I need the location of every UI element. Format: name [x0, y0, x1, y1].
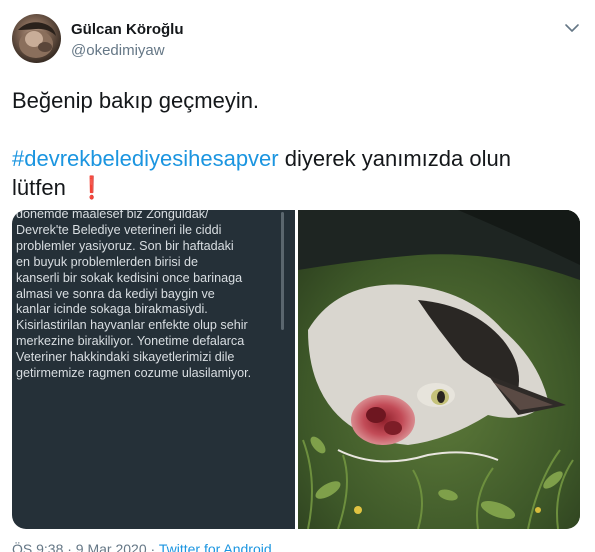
tweet-line-3: lütfen ❗	[12, 173, 572, 202]
tweet: Gülcan Köroğlu @okedimiyaw Beğenip bakıp…	[0, 0, 595, 552]
avatar[interactable]	[12, 14, 61, 63]
username[interactable]: @okedimiyaw	[71, 42, 165, 59]
tweet-timestamp: ÖS 9:38 · 9 Mar 2020 · Twitter for Andro…	[12, 541, 272, 552]
media-photo[interactable]	[298, 210, 580, 529]
tweet-line-3-text: lütfen	[12, 175, 66, 200]
exclamation-emoji: ❗	[79, 175, 104, 200]
timestamp-text[interactable]: ÖS 9:38 · 9 Mar 2020 ·	[12, 541, 159, 552]
tweet-line-1: Beğenip bakıp geçmeyin.	[12, 88, 260, 113]
tweet-line-2: #devrekbelediyesihesapver diyerek yanımı…	[12, 144, 572, 173]
media-screenshot[interactable]: donemde maalesef biz Zonguldak/ Devrek't…	[12, 210, 295, 529]
media-grid: donemde maalesef biz Zonguldak/ Devrek't…	[12, 210, 580, 529]
display-name[interactable]: Gülcan Köroğlu	[71, 21, 184, 38]
avatar-image	[18, 22, 56, 58]
screenshot-message-text: donemde maalesef biz Zonguldak/ Devrek't…	[16, 210, 252, 381]
tweet-text: Beğenip bakıp geçmeyin. #devrekbelediyes…	[12, 86, 572, 202]
hashtag-link[interactable]: #devrekbelediyesihesapver	[12, 146, 279, 171]
injured-cat-photo	[298, 210, 580, 529]
source-link[interactable]: Twitter for Android	[159, 541, 272, 552]
tweet-line-2-text: diyerek yanımızda olun	[278, 146, 511, 171]
chevron-down-icon[interactable]	[562, 18, 582, 38]
screenshot-scrollbar	[281, 212, 284, 330]
